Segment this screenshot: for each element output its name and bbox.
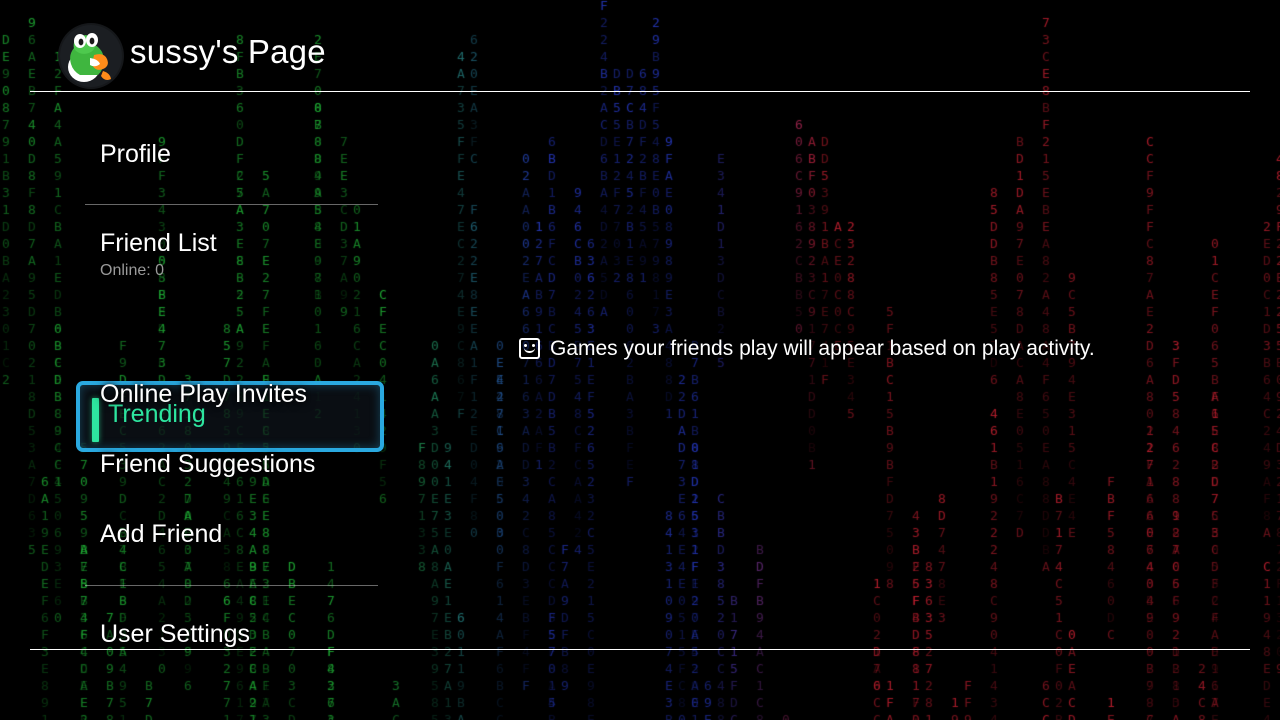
menu-item-friend-suggestions[interactable]: Friend Suggestions (100, 452, 315, 477)
header: sussy's Page (0, 0, 1280, 92)
menu-divider-2 (85, 585, 378, 586)
smiley-mouth (524, 348, 535, 353)
info-message-text: Games your friends play will appear base… (550, 337, 1095, 360)
main-menu: Profile Friend List Online: 0 Trending O… (0, 92, 420, 649)
menu-item-friend-list[interactable]: Friend List (100, 231, 217, 256)
info-message: Games your friends play will appear base… (519, 338, 1095, 359)
page-title: sussy's Page (130, 33, 326, 70)
menu-item-add-friend[interactable]: Add Friend (100, 522, 222, 547)
menu-item-online-play-invites[interactable]: Online Play Invites (100, 382, 307, 407)
avatar[interactable] (58, 23, 124, 89)
menu-item-profile[interactable]: Profile (100, 142, 171, 167)
smiley-eye-right (532, 344, 535, 347)
footer: B Back A OK (0, 650, 1280, 720)
smiley-face-icon (519, 338, 540, 359)
selection-accent-bar (92, 398, 99, 442)
menu-item-user-settings[interactable]: User Settings (100, 622, 250, 647)
menu-divider-1 (85, 204, 378, 205)
friend-list-online-count: Online: 0 (100, 262, 165, 279)
screen-root: sussy's Page Profile Friend List Online:… (0, 0, 1280, 720)
yoshi-avatar-icon (60, 25, 122, 87)
smiley-eye-left (524, 344, 527, 347)
